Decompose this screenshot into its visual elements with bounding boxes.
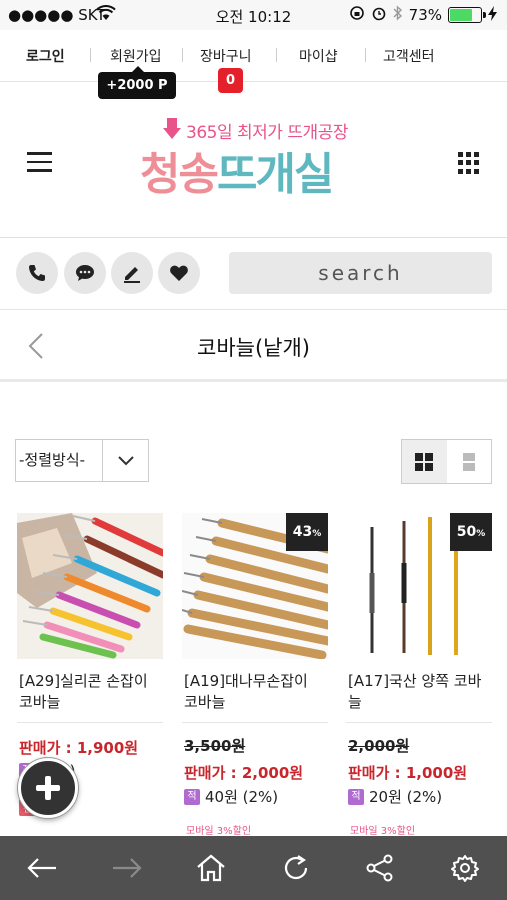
hamburger-menu-icon[interactable] bbox=[27, 152, 52, 172]
chevron-down-icon bbox=[102, 440, 148, 481]
points-value: 40원 (2%) bbox=[205, 788, 279, 806]
product-price: 판매가 : 1,000원 bbox=[348, 762, 467, 783]
grid-view-icon[interactable] bbox=[402, 440, 447, 483]
price-label: 판매가 : bbox=[184, 764, 242, 782]
product-name[interactable]: [A19]대나무손잡이 코바늘 bbox=[184, 671, 326, 713]
product-name[interactable]: [A17]국산 양쪽 코바늘 bbox=[348, 671, 490, 713]
tool-row: search bbox=[0, 238, 507, 310]
chat-icon[interactable] bbox=[64, 252, 106, 294]
view-toggle bbox=[401, 439, 492, 484]
discount-unit: % bbox=[312, 529, 322, 539]
product-card[interactable]: 43% [A19]대나무손잡이 코바늘 3,500원 판매가 : 2,000원 … bbox=[182, 513, 328, 843]
status-bar: ●●●●● SKT 오전 10:12 73% bbox=[0, 0, 507, 30]
discount-unit: % bbox=[476, 529, 486, 539]
product-name[interactable]: [A29]실리콘 손잡이 코바늘 bbox=[19, 671, 161, 713]
settings-gear-icon[interactable] bbox=[423, 836, 507, 900]
battery-percent: 73% bbox=[408, 6, 442, 24]
battery-icon bbox=[448, 7, 486, 23]
nav-login[interactable]: 로그인 bbox=[26, 46, 65, 66]
product-points: 적 40원 (2%) bbox=[184, 786, 278, 807]
divider bbox=[17, 722, 163, 723]
bluetooth-icon bbox=[393, 5, 403, 25]
product-price: 판매가 : 1,900원 bbox=[19, 737, 138, 758]
nav-divider bbox=[276, 48, 277, 62]
nav-cart[interactable]: 장바구니 bbox=[200, 46, 252, 66]
points-icon: 적 bbox=[348, 788, 364, 805]
original-price: 2,000원 bbox=[348, 737, 410, 755]
product-card[interactable]: 50% [A17]국산 양쪽 코바늘 2,000원 판매가 : 1,000원 적… bbox=[346, 513, 492, 843]
list-view-icon[interactable] bbox=[447, 440, 492, 483]
search-input[interactable]: search bbox=[229, 252, 492, 294]
refresh-icon[interactable] bbox=[254, 836, 339, 900]
discount-value: 50 bbox=[456, 524, 477, 540]
top-nav: 로그인 회원가입 장바구니 마이샵 고객센터 bbox=[0, 30, 507, 82]
site-header: 365일 최저가 뜨개공장 청송뜨개실 bbox=[0, 82, 507, 238]
floating-add-button[interactable] bbox=[18, 758, 78, 818]
browser-bottom-bar bbox=[0, 836, 507, 900]
price-label: 판매가 : bbox=[348, 764, 406, 782]
nav-customer-center[interactable]: 고객센터 bbox=[383, 46, 435, 66]
discount-badge: 43% bbox=[286, 513, 328, 551]
original-price: 3,500원 bbox=[184, 737, 246, 755]
product-image-bamboo-hooks[interactable]: 43% bbox=[182, 513, 328, 659]
product-image-double-hooks[interactable]: 50% bbox=[346, 513, 492, 659]
site-logo[interactable]: 청송뜨개실 bbox=[140, 138, 334, 202]
category-bar: 코바늘(낱개) bbox=[0, 310, 507, 382]
category-title: 코바늘(낱개) bbox=[197, 336, 310, 360]
points-value: 20원 (2%) bbox=[369, 788, 443, 806]
nav-divider bbox=[182, 48, 183, 62]
divider bbox=[346, 722, 492, 723]
price-value: 1,000원 bbox=[405, 764, 468, 782]
alarm-icon bbox=[371, 5, 387, 25]
divider bbox=[182, 722, 328, 723]
nav-signup[interactable]: 회원가입 bbox=[110, 46, 162, 66]
charging-icon bbox=[488, 5, 497, 25]
plus-icon bbox=[36, 776, 60, 800]
logo-arrow-icon bbox=[163, 118, 181, 139]
rotation-lock-icon bbox=[349, 5, 365, 25]
nav-myshop[interactable]: 마이샵 bbox=[299, 46, 338, 66]
logo-text-teal: 뜨개실 bbox=[216, 149, 334, 200]
home-icon[interactable] bbox=[169, 836, 254, 900]
product-points: 적 20원 (2%) bbox=[348, 786, 442, 807]
nav-divider bbox=[365, 48, 366, 62]
browser-forward-icon[interactable] bbox=[85, 836, 170, 900]
points-icon: 적 bbox=[184, 788, 200, 805]
nav-divider bbox=[90, 48, 91, 62]
mobile-discount-label: 모바일 3%할인 bbox=[350, 826, 416, 837]
status-right: 73% bbox=[349, 5, 497, 25]
write-review-icon[interactable] bbox=[111, 252, 153, 294]
logo-text-pink: 청송 bbox=[140, 149, 219, 200]
phone-icon[interactable] bbox=[16, 252, 58, 294]
share-icon[interactable] bbox=[338, 836, 423, 900]
category-grid-icon[interactable] bbox=[458, 152, 480, 174]
price-value: 1,900원 bbox=[76, 739, 139, 757]
product-price: 판매가 : 2,000원 bbox=[184, 762, 303, 783]
discount-badge: 50% bbox=[450, 513, 492, 551]
product-image-silicone-hooks[interactable] bbox=[17, 513, 163, 659]
price-label: 판매가 : bbox=[19, 739, 77, 757]
price-value: 2,000원 bbox=[241, 764, 304, 782]
browser-back-icon[interactable] bbox=[0, 836, 85, 900]
mobile-discount-label: 모바일 3%할인 bbox=[186, 826, 252, 837]
discount-value: 43 bbox=[292, 524, 313, 540]
wishlist-heart-icon[interactable] bbox=[158, 252, 200, 294]
sort-selected-value: -정렬방식- bbox=[19, 451, 86, 469]
sort-select[interactable]: -정렬방식- bbox=[15, 439, 149, 482]
